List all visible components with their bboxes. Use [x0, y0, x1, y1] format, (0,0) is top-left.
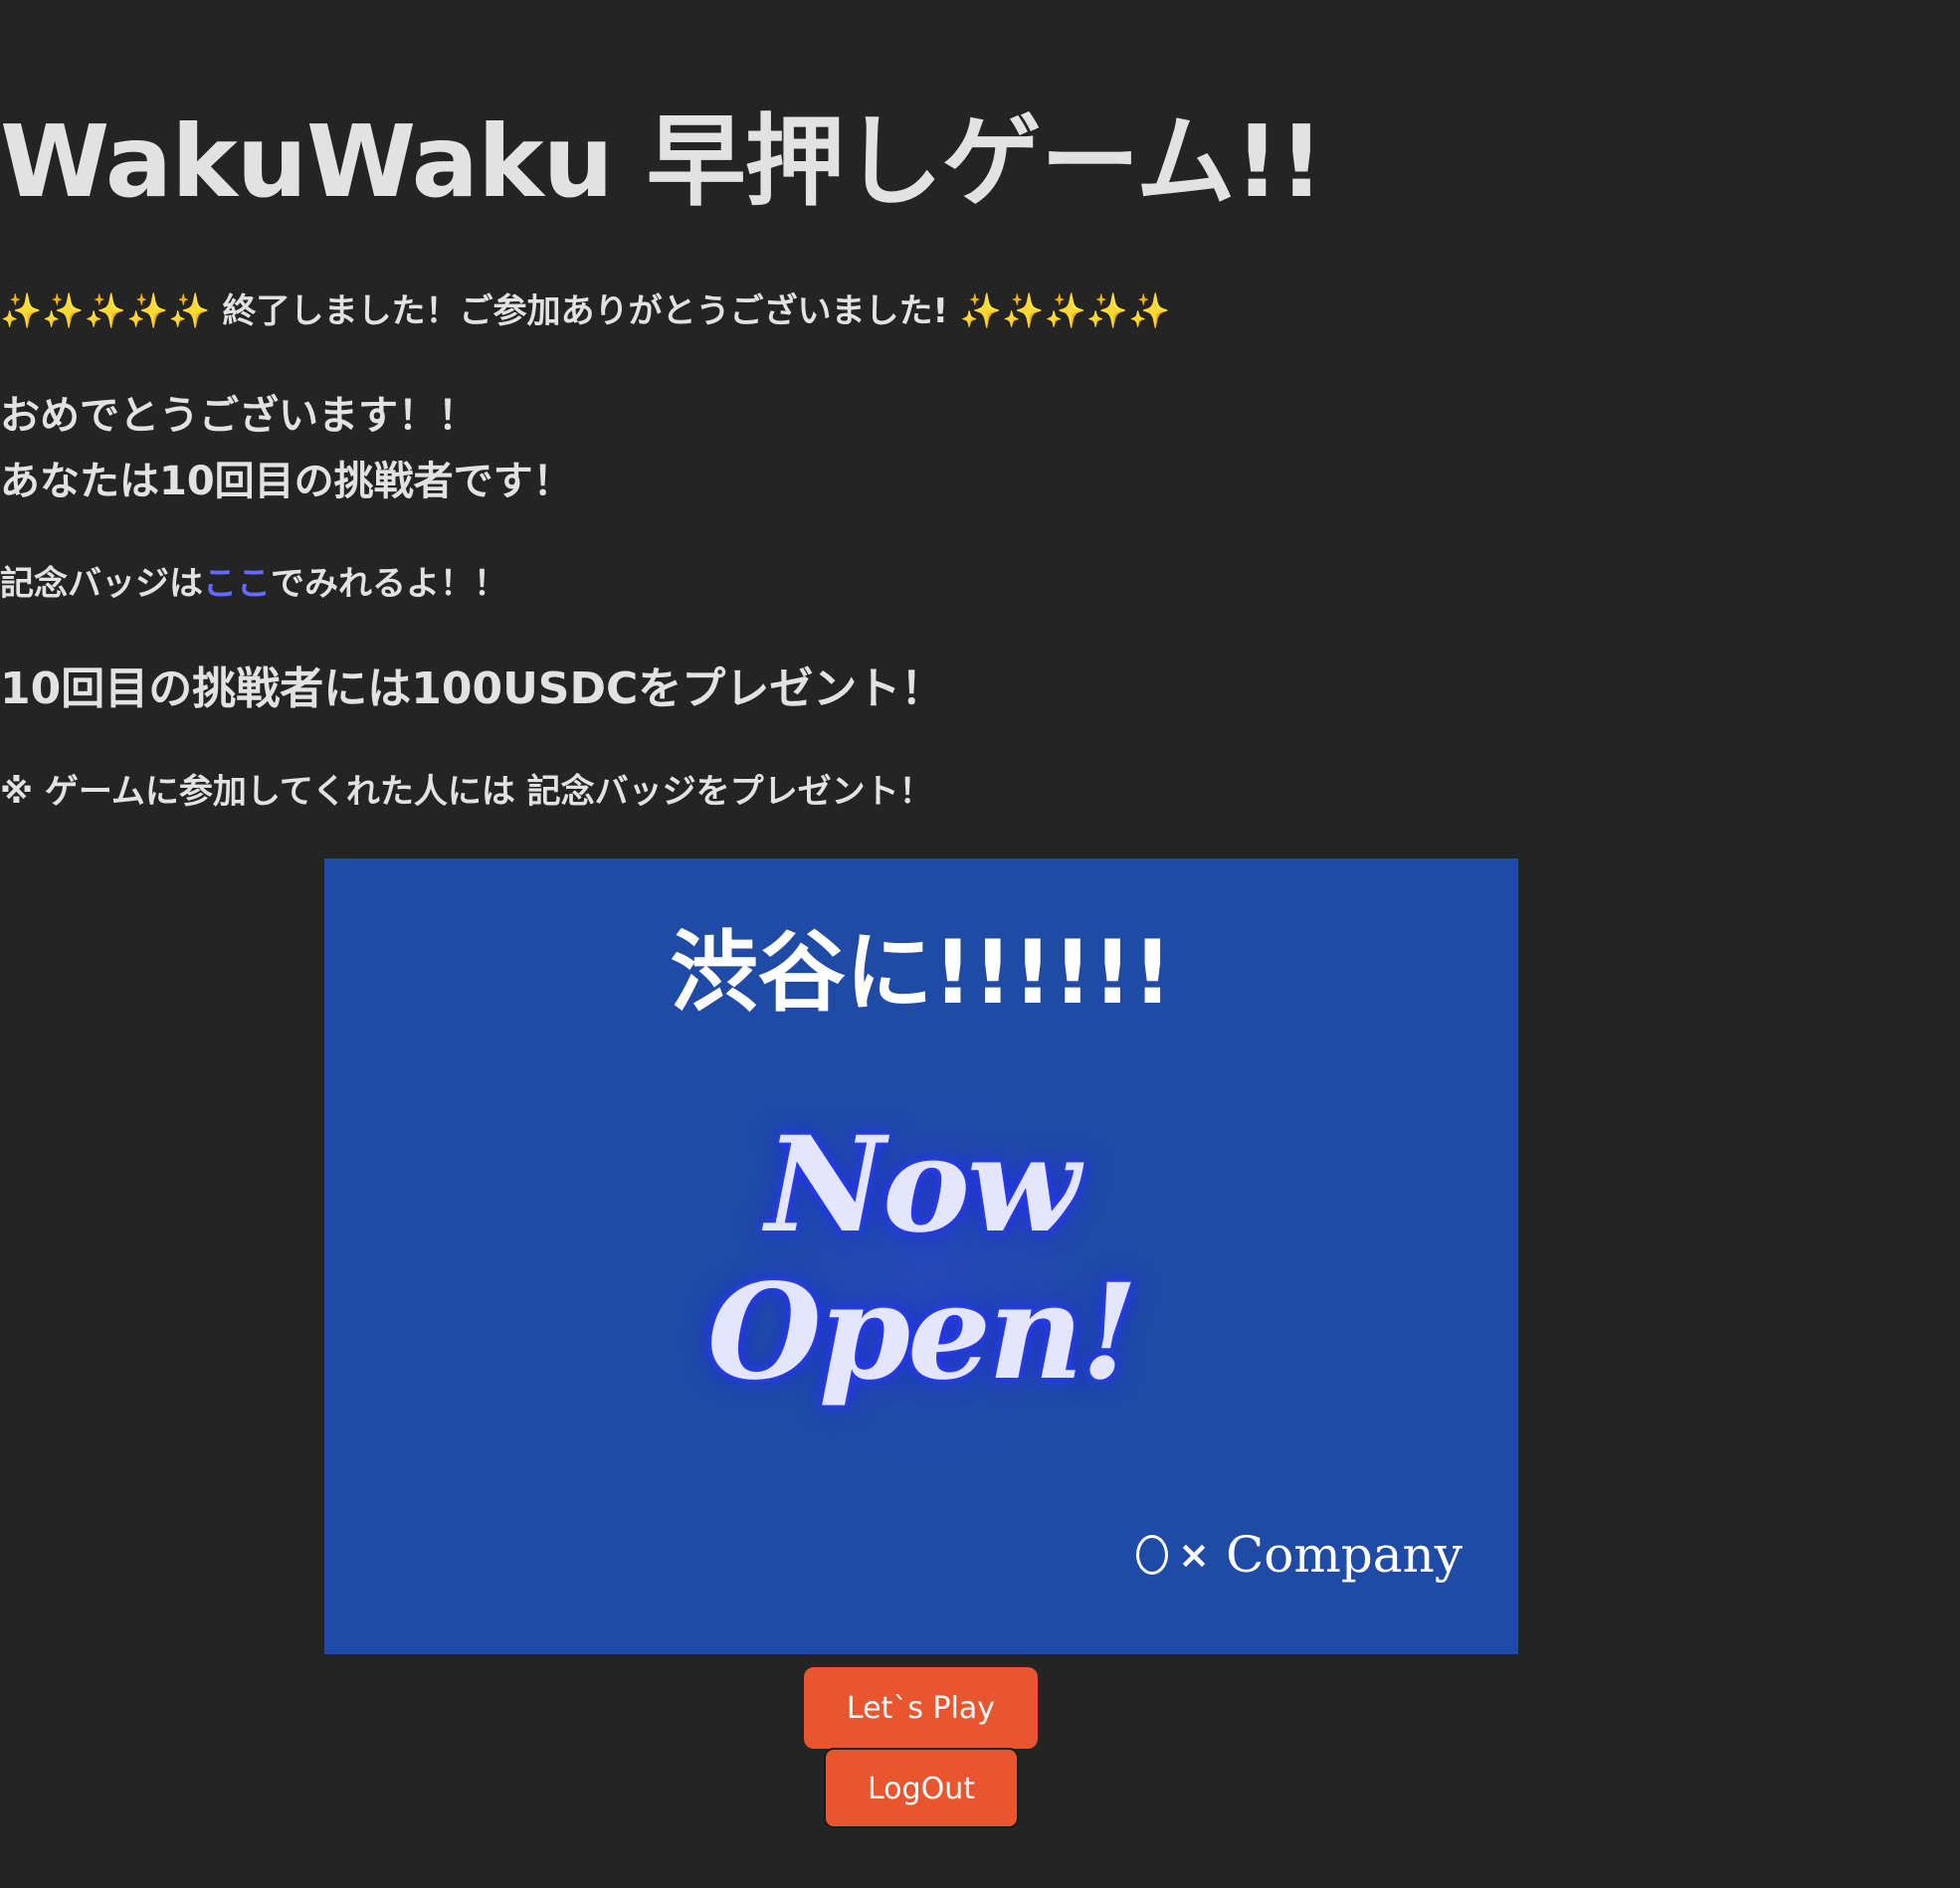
now-open-line-1: Now — [765, 1108, 1079, 1262]
now-open-line-2: Open! — [706, 1255, 1138, 1410]
circle-icon — [1136, 1535, 1169, 1575]
now-open-text: Now Open! — [324, 1112, 1518, 1407]
now-open-banner-image: 渋谷に!!!!!! Now Open! × Company — [324, 858, 1518, 1654]
page: WakuWaku 早押しゲーム!! ✨✨✨✨✨ 終了しました！ご参加ありがとうご… — [0, 0, 1960, 1888]
prize-announcement: 10回目の挑戦者には100USDCをプレゼント！ — [0, 663, 945, 714]
badge-info: 記念バッジはここでみれるよ！！ — [0, 559, 1841, 609]
sparkles-right: ✨✨✨✨✨ — [959, 291, 1171, 331]
lets-play-button[interactable]: Let`s Play — [804, 1667, 1038, 1749]
congratulations-line: おめでとうございます！！ — [0, 393, 478, 439]
badge-info-suffix: でみれるよ！！ — [271, 564, 507, 604]
company-symbols: × — [1178, 1533, 1210, 1577]
banner-heading: 渋谷に!!!!!! — [670, 921, 1173, 1024]
challenger-number-line: あなたは10回目の挑戦者です！ — [0, 459, 573, 504]
finish-message: ✨✨✨✨✨ 終了しました！ご参加ありがとうございました! ✨✨✨✨✨ — [0, 286, 1841, 336]
page-title: WakuWaku 早押しゲーム!! — [0, 103, 1324, 220]
sparkles-left: ✨✨✨✨✨ — [0, 291, 211, 331]
company-logo: × Company — [1136, 1525, 1463, 1585]
badge-link[interactable]: ここ — [203, 564, 271, 604]
finish-message-text: 終了しました！ご参加ありがとうございました! — [222, 291, 949, 331]
logout-button[interactable]: LogOut — [824, 1748, 1019, 1828]
company-name: Company — [1225, 1526, 1463, 1584]
participation-note: ※ ゲームに参加してくれた人には 記念バッジをプレゼント！ — [0, 772, 933, 812]
badge-info-prefix: 記念バッジは — [0, 564, 203, 604]
congratulations-block: おめでとうございます！！ あなたは10回目の挑戦者です！ — [0, 383, 1841, 514]
